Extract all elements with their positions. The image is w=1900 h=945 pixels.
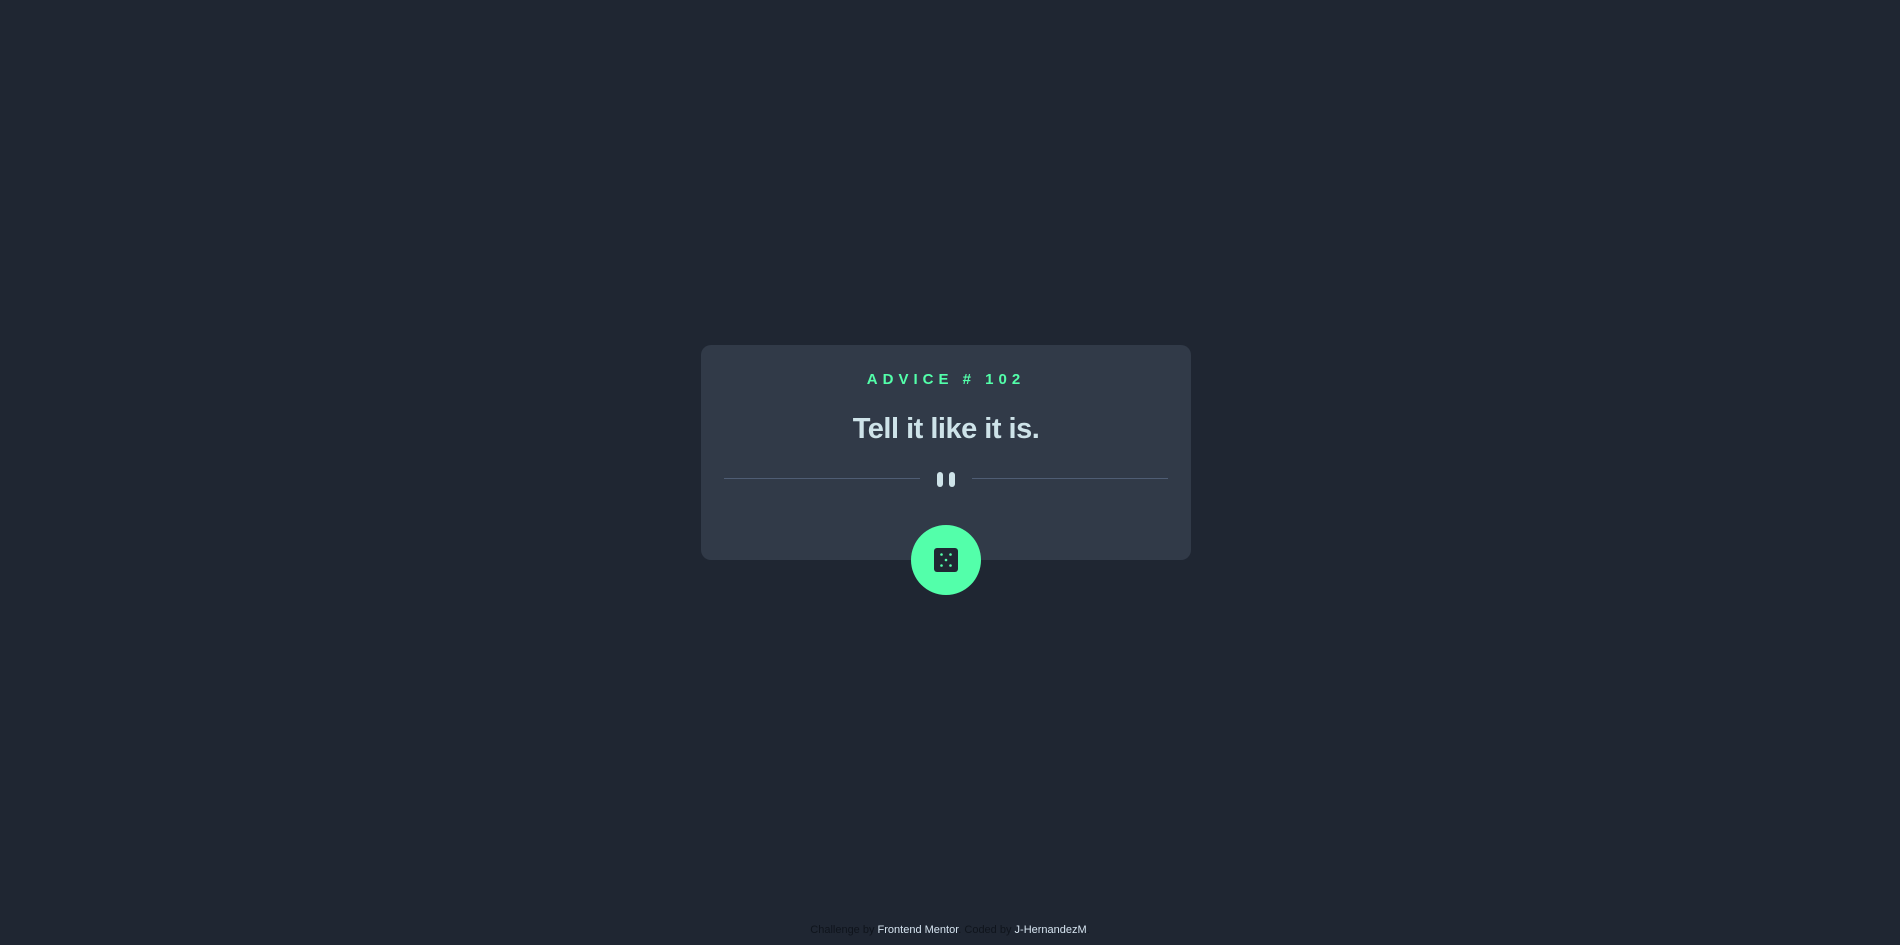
attribution: Challenge by Frontend Mentor. Coded by J… bbox=[0, 924, 1900, 936]
pattern-divider bbox=[724, 469, 1168, 489]
new-advice-button[interactable] bbox=[911, 525, 981, 595]
divider-line-right bbox=[972, 478, 1168, 479]
divider-line-left bbox=[724, 478, 920, 479]
author-link[interactable]: J-HernandezM bbox=[1015, 924, 1087, 936]
attribution-suffix: . bbox=[1086, 924, 1090, 936]
dice-icon bbox=[934, 548, 958, 572]
pause-icon bbox=[934, 470, 958, 488]
frontend-mentor-link[interactable]: Frontend Mentor bbox=[878, 924, 959, 936]
advice-quote: Tell it like it is. bbox=[852, 413, 1040, 445]
advice-id: ADVICE # 102 bbox=[866, 371, 1026, 388]
attribution-middle: . Coded by bbox=[958, 924, 1015, 936]
attribution-prefix: Challenge by bbox=[810, 924, 878, 936]
